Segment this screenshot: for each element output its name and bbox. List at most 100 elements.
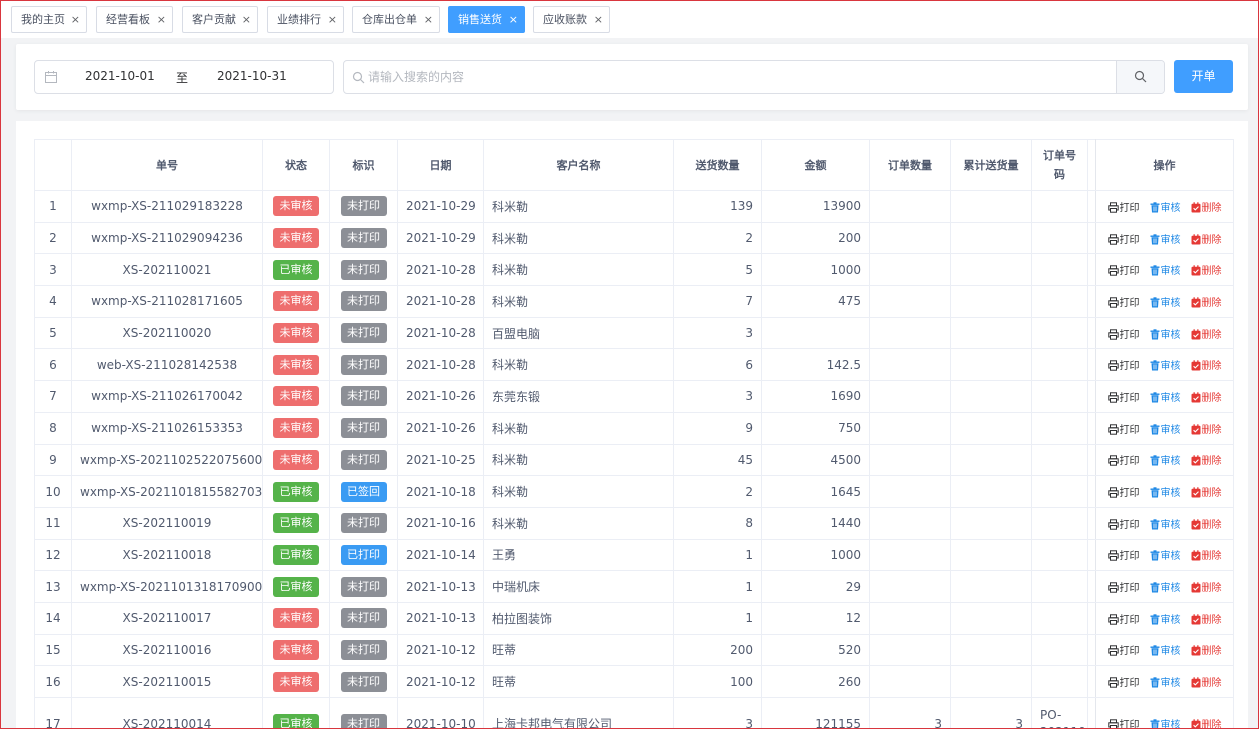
col-header-delivery-qty[interactable]: 送货数量 xyxy=(673,139,762,191)
table-row[interactable]: 6 web-XS-211028142538 未审核 未打印 2021-10-28 科米勒 6… xyxy=(34,348,1234,382)
audit-action[interactable]: 审核 xyxy=(1150,642,1181,657)
table-row[interactable]: 2 wxmp-XS-211029094236 未审核 未打印 2021-10-29 科米勒… xyxy=(34,221,1234,255)
table-row[interactable]: 4 wxmp-XS-211028171605 未审核 未打印 2021-10-28 科米勒… xyxy=(34,285,1234,318)
print-action[interactable]: 打印 xyxy=(1107,421,1140,436)
print-action[interactable]: 打印 xyxy=(1107,516,1140,531)
create-order-button[interactable]: 开单 xyxy=(1174,60,1233,93)
close-icon[interactable]: × xyxy=(594,7,603,32)
table-row[interactable]: 15 XS-202110016 未审核 未打印 2021-10-12 旺蒂 200 520 打印… xyxy=(34,633,1234,667)
audit-action[interactable]: 审核 xyxy=(1150,262,1181,277)
print-action[interactable]: 打印 xyxy=(1107,389,1140,404)
delete-action[interactable]: 删除 xyxy=(1191,516,1222,531)
delete-action[interactable]: 删除 xyxy=(1191,611,1222,626)
col-header-order-no[interactable]: 单号 xyxy=(71,139,263,191)
table-row[interactable]: 8 wxmp-XS-211026153353 未审核 未打印 2021-10-26 科米勒… xyxy=(34,411,1234,445)
print-action[interactable]: 打印 xyxy=(1107,326,1140,341)
table-row[interactable]: 3 XS-202110021 已审核 未打印 2021-10-28 科米勒 5 1000 打印 审… xyxy=(34,253,1234,287)
audit-action[interactable]: 审核 xyxy=(1150,326,1181,341)
print-action[interactable]: 打印 xyxy=(1107,231,1140,246)
delete-action[interactable]: 删除 xyxy=(1191,579,1222,594)
table-row[interactable]: 12 XS-202110018 已审核 已打印 2021-10-14 王勇 1 1000 打印 审… xyxy=(34,538,1234,572)
tab-dashboard[interactable]: 经营看板 × xyxy=(96,6,173,33)
audit-action[interactable]: 审核 xyxy=(1150,231,1181,246)
tab-customer-contribution[interactable]: 客户贡献 × xyxy=(182,6,258,33)
audit-action[interactable]: 审核 xyxy=(1150,199,1181,214)
tab-receivables[interactable]: 应收账款 × xyxy=(533,6,610,33)
print-action[interactable]: 打印 xyxy=(1107,716,1140,729)
close-icon[interactable]: × xyxy=(157,7,166,32)
delete-action[interactable]: 删除 xyxy=(1191,421,1222,436)
audit-action[interactable]: 审核 xyxy=(1150,421,1181,436)
table-row[interactable]: 11 XS-202110019 已审核 未打印 2021-10-16 科米勒 8 1440 打印… xyxy=(34,506,1234,540)
tab-warehouse-out[interactable]: 仓库出仓单 × xyxy=(352,6,440,33)
col-header-mark[interactable]: 标识 xyxy=(329,139,398,191)
audit-action[interactable]: 审核 xyxy=(1150,547,1181,562)
delete-action[interactable]: 删除 xyxy=(1191,484,1222,499)
tab-home[interactable]: 我的主页 × xyxy=(11,6,87,33)
date-end[interactable]: 2021-10-31 xyxy=(217,69,287,83)
table-row[interactable]: 1 wxmp-XS-211029183228 未审核 未打印 2021-10-29 科米勒… xyxy=(34,190,1234,223)
delete-action[interactable]: 删除 xyxy=(1191,326,1222,341)
print-action[interactable]: 打印 xyxy=(1107,611,1140,626)
col-header-status[interactable]: 状态 xyxy=(262,139,330,191)
audit-action[interactable]: 审核 xyxy=(1150,389,1181,404)
delete-action[interactable]: 删除 xyxy=(1191,199,1222,214)
audit-action[interactable]: 审核 xyxy=(1150,294,1181,309)
table-row[interactable]: 5 XS-202110020 未审核 未打印 2021-10-28 百盟电脑 3 打印 审核 删除 xyxy=(34,316,1234,350)
table-row[interactable]: 9 wxmp-XS-202110252207560052 未审核 未打印 2021-10… xyxy=(34,443,1234,477)
print-action[interactable]: 打印 xyxy=(1107,642,1140,657)
close-icon[interactable]: × xyxy=(71,7,80,32)
audit-action[interactable]: 审核 xyxy=(1150,611,1181,626)
col-header-cumulative-qty[interactable]: 累计送货量 xyxy=(950,139,1032,191)
audit-action[interactable]: 审核 xyxy=(1150,516,1181,531)
search-button[interactable] xyxy=(1116,61,1164,93)
tab-sales-delivery[interactable]: 销售送货 × xyxy=(448,6,525,33)
print-action[interactable]: 打印 xyxy=(1107,484,1140,499)
audit-action[interactable]: 审核 xyxy=(1150,484,1181,499)
delete-action[interactable]: 删除 xyxy=(1191,642,1222,657)
delete-action[interactable]: 删除 xyxy=(1191,547,1222,562)
col-header-order-qty[interactable]: 订单数量 xyxy=(869,139,951,191)
col-header-date[interactable]: 日期 xyxy=(397,139,484,191)
delete-action[interactable]: 删除 xyxy=(1191,716,1222,729)
delete-action[interactable]: 删除 xyxy=(1191,231,1222,246)
audit-action[interactable]: 审核 xyxy=(1150,716,1181,729)
close-icon[interactable]: × xyxy=(509,7,518,32)
audit-action[interactable]: 审核 xyxy=(1150,357,1181,372)
print-action[interactable]: 打印 xyxy=(1107,452,1140,467)
delete-action[interactable]: 删除 xyxy=(1191,674,1222,689)
delete-action[interactable]: 删除 xyxy=(1191,452,1222,467)
search-input[interactable] xyxy=(368,61,1108,93)
delete-action[interactable]: 删除 xyxy=(1191,357,1222,372)
audit-action[interactable]: 审核 xyxy=(1150,579,1181,594)
col-header-amount[interactable]: 金额 xyxy=(761,139,870,191)
table-row[interactable]: 16 XS-202110015 未审核 未打印 2021-10-12 旺蒂 100 260 打印… xyxy=(34,665,1234,698)
table-row[interactable]: 7 wxmp-XS-211026170042 未审核 未打印 2021-10-26 东莞东… xyxy=(34,380,1234,413)
close-icon[interactable]: × xyxy=(242,7,251,32)
table-row[interactable]: 10 wxmp-XS-202110181558270387 已审核 已签回 2021-1… xyxy=(34,475,1234,508)
print-action[interactable]: 打印 xyxy=(1107,262,1140,277)
print-action[interactable]: 打印 xyxy=(1107,294,1140,309)
close-icon[interactable]: × xyxy=(424,7,433,32)
print-action[interactable]: 打印 xyxy=(1107,674,1140,689)
tab-performance-ranking[interactable]: 业绩排行 × xyxy=(267,6,344,33)
col-header-customer[interactable]: 客户名称 xyxy=(483,139,674,191)
delete-action[interactable]: 删除 xyxy=(1191,389,1222,404)
date-range-picker[interactable]: 2021-10-01 至 2021-10-31 xyxy=(34,60,334,94)
print-action[interactable]: 打印 xyxy=(1107,547,1140,562)
close-icon[interactable]: × xyxy=(328,7,337,32)
delete-action[interactable]: 删除 xyxy=(1191,294,1222,309)
table-scroll-area[interactable]: 单号 状态 标识 日期 客户名称 送货数量 金额 订单数量 累计送货量 订单号码… xyxy=(34,139,1234,729)
delete-action[interactable]: 删除 xyxy=(1191,262,1222,277)
table-row[interactable]: 13 wxmp-XS-202110131817090020 已审核 未打印 2021-1… xyxy=(34,570,1234,603)
trash-icon xyxy=(1150,582,1159,593)
print-action[interactable]: 打印 xyxy=(1107,579,1140,594)
table-row[interactable]: 14 XS-202110017 未审核 未打印 2021-10-13 柏拉图装饰 1 12 打印… xyxy=(34,601,1234,635)
print-action[interactable]: 打印 xyxy=(1107,199,1140,214)
date-start[interactable]: 2021-10-01 xyxy=(85,69,155,83)
table-row[interactable]: 17 XS-202110014 已审核 未打印 2021-10-10 上海卡邦电气有限公司… xyxy=(34,697,1234,729)
col-header-po-no[interactable]: 订单号码 xyxy=(1031,139,1088,191)
print-action[interactable]: 打印 xyxy=(1107,357,1140,372)
audit-action[interactable]: 审核 xyxy=(1150,674,1181,689)
audit-action[interactable]: 审核 xyxy=(1150,452,1181,467)
